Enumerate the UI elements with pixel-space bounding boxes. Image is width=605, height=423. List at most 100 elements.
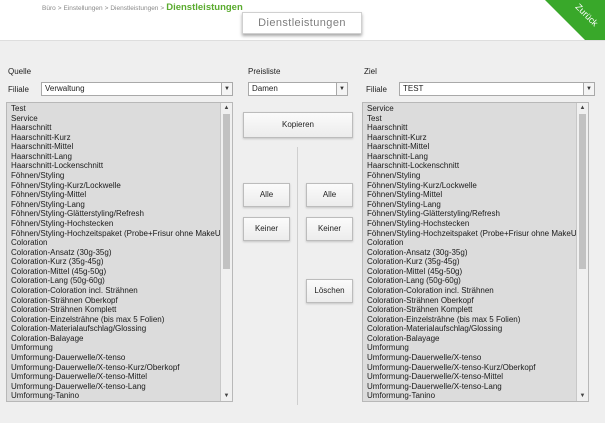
list-item[interactable]: Coloration-Kurz (35g-45g) (7, 257, 220, 267)
list-item[interactable]: Umformung-Tanino (7, 391, 220, 401)
list-item[interactable]: Coloration-Ansatz (30g-35g) (7, 248, 220, 258)
divider (297, 147, 298, 405)
list-item[interactable]: Umformung-Tanino (363, 391, 576, 401)
list-item[interactable]: Föhnen/Styling (363, 171, 576, 181)
list-item[interactable]: Föhnen/Styling-Hochzeitspaket (Probe+Fri… (7, 229, 220, 239)
list-item[interactable]: Haarschnitt-Lockenschnitt (7, 161, 220, 171)
breadcrumb-item-buero[interactable]: Büro (42, 5, 56, 12)
breadcrumb-separator: > (104, 5, 109, 12)
list-item[interactable]: Umformung-Dauerwelle/X-tenso-Mittel (363, 372, 576, 382)
scroll-down-icon[interactable]: ▼ (221, 391, 232, 401)
list-item[interactable]: Föhnen/Styling-Hochstecken (363, 219, 576, 229)
chevron-down-icon[interactable]: ▼ (583, 83, 594, 95)
select-all-target-button[interactable]: Alle (306, 183, 353, 207)
list-item[interactable]: Föhnen/Styling-Kurz/Lockwelle (7, 181, 220, 191)
list-item[interactable]: Haarschnitt (363, 123, 576, 133)
breadcrumb: Büro > Einstellungen > Dienstleistungen > Dien… (42, 2, 243, 14)
list-item[interactable]: Umformung-Dauerwelle/X-tenso-Kurz/Oberko… (7, 363, 220, 373)
list-item[interactable]: Umformung-Dauerwelle/X-tenso (363, 353, 576, 363)
scroll-up-icon[interactable]: ▲ (221, 103, 232, 113)
pricelist-value: Damen (252, 84, 278, 93)
list-item[interactable]: Coloration-Materialaufschlag/Glossing (7, 324, 220, 334)
list-item[interactable]: Coloration-Strähnen Komplett (363, 305, 576, 315)
list-item[interactable]: Haarschnitt-Lang (363, 152, 576, 162)
list-item[interactable]: Umformung-Dauerwelle/X-tenso-Lang (363, 382, 576, 392)
list-item[interactable]: Haarschnitt-Lockenschnitt (363, 161, 576, 171)
list-item[interactable]: Coloration-Einzelsträhne (bis max 5 Foli… (363, 315, 576, 325)
list-item[interactable]: Test (363, 114, 576, 124)
chevron-down-icon[interactable]: ▼ (221, 83, 232, 95)
list-item[interactable]: Haarschnitt-Mittel (363, 142, 576, 152)
list-item[interactable]: Föhnen/Styling-Lang (363, 200, 576, 210)
scroll-up-icon[interactable]: ▲ (577, 103, 588, 113)
target-section-label: Ziel (364, 67, 377, 76)
list-item[interactable]: Föhnen/Styling-Hochstecken (7, 219, 220, 229)
list-item[interactable]: Coloration-Ansatz (30g-35g) (363, 248, 576, 258)
list-item[interactable]: Coloration (7, 238, 220, 248)
source-services-list[interactable]: Test Service Haarschnitt Haarschnitt-Kurz Ha… (6, 102, 233, 402)
source-scrollbar[interactable]: ▲ ▼ (220, 103, 232, 401)
scroll-down-icon[interactable]: ▼ (577, 391, 588, 401)
source-rows: Test Service Haarschnitt Haarschnitt-Kurz Ha… (7, 103, 220, 401)
copy-button[interactable]: Kopieren (243, 112, 353, 138)
list-item[interactable]: Umformung-Dauerwelle/X-tenso-Mittel (7, 372, 220, 382)
breadcrumb-item-einstellungen[interactable]: Einstellungen (64, 5, 103, 12)
list-item[interactable]: Haarschnitt-Kurz (363, 133, 576, 143)
list-item[interactable]: Coloration-Kurz (35g-45g) (363, 257, 576, 267)
list-item[interactable]: Service (7, 114, 220, 124)
list-item[interactable]: Umformung-Dauerwelle/X-tenso (7, 353, 220, 363)
chevron-down-icon[interactable]: ▼ (336, 83, 347, 95)
source-branch-value: Verwaltung (45, 84, 85, 93)
list-item[interactable]: Coloration-Coloration incl. Strähnen (7, 286, 220, 296)
select-none-source-button[interactable]: Keiner (243, 217, 290, 241)
target-scrollbar[interactable]: ▲ ▼ (576, 103, 588, 401)
source-section-label: Quelle (8, 67, 32, 76)
list-item[interactable]: Coloration-Strähnen Oberkopf (363, 296, 576, 306)
list-item[interactable]: Föhnen/Styling-Mittel (7, 190, 220, 200)
list-item[interactable]: Umformung-Dauerwelle/X-tenso-Kurz/Oberko… (363, 363, 576, 373)
list-item[interactable]: Service (363, 104, 576, 114)
select-all-source-button[interactable]: Alle (243, 183, 290, 207)
list-item[interactable]: Haarschnitt-Mittel (7, 142, 220, 152)
target-branch-select[interactable]: TEST ▼ (399, 82, 595, 96)
list-item[interactable]: Haarschnitt-Kurz (7, 133, 220, 143)
pricelist-label: Preisliste (248, 67, 281, 76)
breadcrumb-separator: > (160, 5, 165, 12)
scroll-thumb[interactable] (579, 114, 586, 269)
select-none-target-button[interactable]: Keiner (306, 217, 353, 241)
list-item[interactable]: Föhnen/Styling-Glätterstyling/Refresh (363, 209, 576, 219)
target-branch-value: TEST (403, 84, 424, 93)
list-item[interactable]: Coloration-Mittel (45g-50g) (7, 267, 220, 277)
delete-button[interactable]: Löschen (306, 279, 353, 303)
list-item[interactable]: Umformung (363, 343, 576, 353)
list-item[interactable]: Umformung-Dauerwelle/X-tenso-Lang (7, 382, 220, 392)
list-item[interactable]: Umformung (7, 343, 220, 353)
list-item[interactable]: Coloration-Einzelsträhne (bis max 5 Foli… (7, 315, 220, 325)
list-item[interactable]: Test (7, 104, 220, 114)
list-item[interactable]: Coloration-Lang (50g-60g) (7, 276, 220, 286)
target-services-list[interactable]: Service Test Haarschnitt Haarschnitt-Kurz Ha… (362, 102, 589, 402)
breadcrumb-item-dienstleistungen[interactable]: Dienstleistungen (110, 5, 158, 12)
list-item[interactable]: Coloration-Lang (50g-60g) (363, 276, 576, 286)
list-item[interactable]: Föhnen/Styling-Glätterstyling/Refresh (7, 209, 220, 219)
list-item[interactable]: Föhnen/Styling-Mittel (363, 190, 576, 200)
scroll-thumb[interactable] (223, 114, 230, 269)
list-item[interactable]: Coloration-Mittel (45g-50g) (363, 267, 576, 277)
list-item[interactable]: Coloration-Materialaufschlag/Glossing (363, 324, 576, 334)
target-branch-label: Filiale (366, 85, 387, 94)
source-branch-select[interactable]: Verwaltung ▼ (41, 82, 233, 96)
list-item[interactable]: Haarschnitt (7, 123, 220, 133)
pricelist-select[interactable]: Damen ▼ (248, 82, 348, 96)
main-panel: Quelle Filiale Verwaltung ▼ Test Service H… (0, 40, 605, 423)
list-item[interactable]: Coloration-Balayage (7, 334, 220, 344)
list-item[interactable]: Föhnen/Styling-Kurz/Lockwelle (363, 181, 576, 191)
list-item[interactable]: Coloration-Strähnen Komplett (7, 305, 220, 315)
list-item[interactable]: Coloration (363, 238, 576, 248)
list-item[interactable]: Haarschnitt-Lang (7, 152, 220, 162)
list-item[interactable]: Föhnen/Styling (7, 171, 220, 181)
list-item[interactable]: Coloration-Balayage (363, 334, 576, 344)
list-item[interactable]: Coloration-Coloration incl. Strähnen (363, 286, 576, 296)
list-item[interactable]: Föhnen/Styling-Hochzeitspaket (Probe+Fri… (363, 229, 576, 239)
list-item[interactable]: Föhnen/Styling-Lang (7, 200, 220, 210)
list-item[interactable]: Coloration-Strähnen Oberkopf (7, 296, 220, 306)
